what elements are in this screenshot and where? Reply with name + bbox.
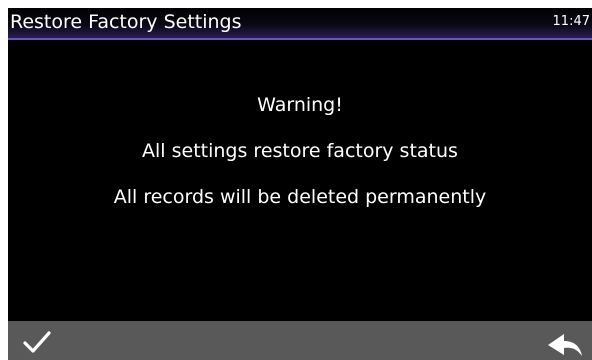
warning-line-records: All records will be deleted permanently [113,186,487,208]
confirm-button[interactable] [18,321,78,360]
back-arrow-icon [548,334,582,356]
back-button[interactable] [526,321,586,360]
checkmark-icon [23,331,51,353]
restore-factory-screen: Restore Factory Settings 11:47 Warning! … [8,8,592,360]
title-bar: Restore Factory Settings 11:47 [8,8,592,40]
bottom-bar [8,321,592,360]
clock: 11:47 [552,14,590,29]
warning-heading: Warning! [257,94,343,116]
warning-line-settings: All settings restore factory status [142,140,458,162]
page-title: Restore Factory Settings [10,11,242,33]
